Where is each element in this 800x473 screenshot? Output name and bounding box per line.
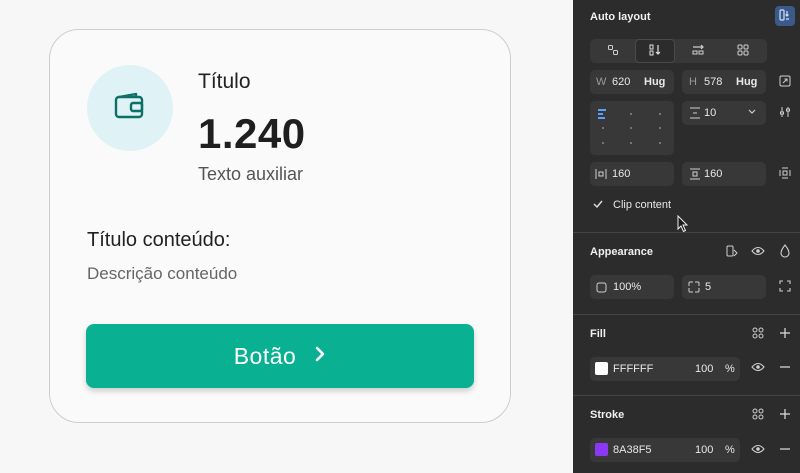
corner-radius-icon xyxy=(687,280,701,294)
vertical-padding-value: 160 xyxy=(704,168,723,180)
horizontal-padding-value: 160 xyxy=(612,168,631,180)
eye-icon xyxy=(751,444,765,457)
gap-value: 10 xyxy=(704,107,717,119)
vertical-gap-icon xyxy=(689,106,701,120)
section-divider xyxy=(573,395,800,396)
card-number: 1.240 xyxy=(198,110,306,157)
resize-icon xyxy=(779,75,791,90)
styles-grid-icon xyxy=(752,327,764,342)
align-dot xyxy=(659,127,661,129)
opacity-style-button[interactable] xyxy=(776,243,794,261)
mouse-cursor-icon xyxy=(677,215,689,233)
remove-fill-button[interactable] xyxy=(776,359,794,377)
card-title: Título xyxy=(198,70,251,93)
auto-layout-icon xyxy=(779,8,791,24)
stroke-styles-button[interactable] xyxy=(749,406,767,424)
height-mode[interactable]: Hug xyxy=(736,76,757,88)
card-frame[interactable]: Título 1.240 Texto auxiliar Título conte… xyxy=(49,29,511,423)
stroke-hex[interactable]: 8A38F5 xyxy=(613,444,652,456)
align-dot xyxy=(630,113,632,115)
opacity-icon xyxy=(595,281,607,293)
resize-to-fit-button[interactable] xyxy=(776,73,794,91)
minus-icon xyxy=(779,361,791,376)
sliders-icon xyxy=(779,106,791,121)
icon-circle xyxy=(87,65,173,151)
height-value: 578 xyxy=(704,76,723,88)
direction-vertical-button[interactable] xyxy=(635,39,675,63)
cta-button[interactable]: Botão xyxy=(86,324,474,388)
width-value: 620 xyxy=(612,76,631,88)
add-fill-button[interactable] xyxy=(776,325,794,343)
content-title: Título conteúdo: xyxy=(87,229,231,251)
chevron-right-icon xyxy=(314,345,326,368)
drop-icon xyxy=(780,243,790,261)
content-description: Descrição conteúdo xyxy=(87,264,238,283)
fill-hex[interactable]: FFFFFF xyxy=(613,363,653,375)
arrow-right-icon xyxy=(692,44,706,59)
section-divider xyxy=(573,232,800,233)
fill-visibility-toggle[interactable] xyxy=(749,359,767,377)
align-dot xyxy=(602,127,604,129)
fill-swatch[interactable] xyxy=(595,362,608,375)
align-dot xyxy=(602,142,604,144)
card-aux-text: Texto auxiliar xyxy=(198,164,304,184)
cta-button-label: Botão xyxy=(233,342,297,369)
plus-icon xyxy=(779,408,791,423)
arrow-down-icon xyxy=(648,44,662,59)
align-dot xyxy=(630,142,632,144)
stroke-swatch[interactable] xyxy=(595,443,608,456)
clip-content-checkbox[interactable] xyxy=(590,196,606,212)
width-label: W xyxy=(596,76,607,88)
direction-horizontal-button[interactable] xyxy=(679,39,719,63)
individual-padding-button[interactable] xyxy=(776,165,794,183)
stroke-title: Stroke xyxy=(590,409,625,421)
chevron-down-icon[interactable] xyxy=(747,107,757,117)
auto-layout-title: Auto layout xyxy=(590,11,651,23)
align-dot xyxy=(630,127,632,129)
advanced-settings-button[interactable] xyxy=(776,104,794,122)
fill-title: Fill xyxy=(590,328,606,340)
styles-grid-icon xyxy=(752,408,764,423)
width-mode[interactable]: Hug xyxy=(644,76,665,88)
properties-panel: Auto layout W 620 Hug H 578 Hug 10 160 1… xyxy=(573,0,800,473)
align-dot xyxy=(659,142,661,144)
opacity-value: 100% xyxy=(613,281,642,293)
plus-icon xyxy=(779,327,791,342)
design-canvas[interactable]: Título 1.240 Texto auxiliar Título conte… xyxy=(0,0,573,473)
section-divider xyxy=(573,314,800,315)
direction-grid-button[interactable] xyxy=(723,39,763,63)
blend-mode-icon xyxy=(725,244,739,261)
stroke-visibility-toggle[interactable] xyxy=(749,441,767,459)
stroke-opacity-unit: % xyxy=(725,444,735,456)
align-top-left-icon xyxy=(597,108,607,120)
visibility-toggle[interactable] xyxy=(749,243,767,261)
appearance-title: Appearance xyxy=(590,246,653,258)
independent-corners-button[interactable] xyxy=(776,278,794,296)
eye-icon xyxy=(751,362,765,375)
free-layout-icon xyxy=(607,44,619,59)
corner-radius-value: 5 xyxy=(705,281,712,293)
wallet-icon xyxy=(113,91,147,126)
auto-layout-toggle-button[interactable] xyxy=(775,6,795,26)
clip-content-label: Clip content xyxy=(613,199,672,211)
fill-opacity[interactable]: 100 xyxy=(695,363,713,375)
align-dot xyxy=(659,113,661,115)
padding-sides-icon xyxy=(779,167,791,182)
direction-wrap-button[interactable] xyxy=(593,39,633,63)
variable-mode-button[interactable] xyxy=(723,243,741,261)
vertical-padding-icon xyxy=(689,168,701,180)
fill-styles-button[interactable] xyxy=(749,325,767,343)
expand-corners-icon xyxy=(779,279,791,295)
add-stroke-button[interactable] xyxy=(776,406,794,424)
eye-icon xyxy=(751,246,765,259)
horizontal-padding-icon xyxy=(595,168,607,180)
height-label: H xyxy=(689,76,697,88)
grid-icon xyxy=(737,44,749,59)
stroke-opacity[interactable]: 100 xyxy=(695,444,713,456)
remove-stroke-button[interactable] xyxy=(776,441,794,459)
fill-opacity-unit: % xyxy=(725,363,735,375)
minus-icon xyxy=(779,443,791,458)
